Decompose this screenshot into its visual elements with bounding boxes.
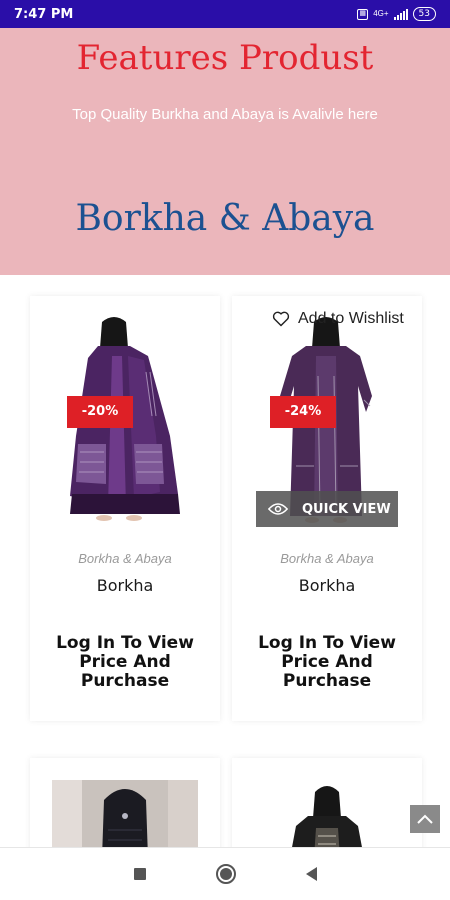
system-nav-bar xyxy=(0,847,450,900)
eye-icon xyxy=(268,503,288,515)
heart-icon xyxy=(272,311,290,327)
network-label: 4G+ xyxy=(373,9,389,18)
login-to-view-price[interactable]: Log In To View Price And Purchase xyxy=(242,634,412,691)
status-icons: ▦ 4G+ 53 xyxy=(357,7,436,21)
banner-subtitle: Top Quality Burkha and Abaya is Avalivle… xyxy=(72,106,378,123)
discount-badge: -20% xyxy=(67,396,133,428)
chevron-up-icon xyxy=(417,814,433,824)
sim-icon: ▦ xyxy=(357,8,369,20)
product-card[interactable] xyxy=(232,758,422,858)
product-card[interactable]: -20% Borkha & Abaya Borkha Log In To Vie… xyxy=(30,296,220,721)
discount-badge: -24% xyxy=(270,396,336,428)
quick-view-label: QUICK VIEW xyxy=(302,501,391,517)
battery-indicator: 53 xyxy=(412,7,436,21)
banner-title: Features Produst xyxy=(76,38,374,78)
product-category[interactable]: Borkha & Abaya xyxy=(30,551,220,566)
product-category[interactable]: Borkha & Abaya xyxy=(232,551,422,566)
quick-view-button[interactable]: QUICK VIEW xyxy=(256,491,398,527)
nav-back-icon[interactable] xyxy=(305,867,317,881)
scroll-to-top-button[interactable] xyxy=(410,805,440,833)
login-to-view-price[interactable]: Log In To View Price And Purchase xyxy=(40,634,210,691)
category-heading: Borkha & Abaya xyxy=(75,198,375,239)
product-card[interactable] xyxy=(30,758,220,858)
product-name[interactable]: Borkha xyxy=(232,576,422,595)
nav-home-icon[interactable] xyxy=(215,864,236,884)
signal-icon xyxy=(393,8,408,20)
product-name[interactable]: Borkha xyxy=(30,576,220,595)
status-bar: 7:47 PM ▦ 4G+ 53 xyxy=(0,0,450,28)
featured-banner: Features Produst Top Quality Burkha and … xyxy=(0,28,450,275)
nav-recents-icon[interactable] xyxy=(133,868,146,880)
add-to-wishlist-button[interactable]: Add to Wishlist xyxy=(272,310,404,328)
status-time: 7:47 PM xyxy=(14,6,74,22)
wishlist-label: Add to Wishlist xyxy=(298,310,404,327)
